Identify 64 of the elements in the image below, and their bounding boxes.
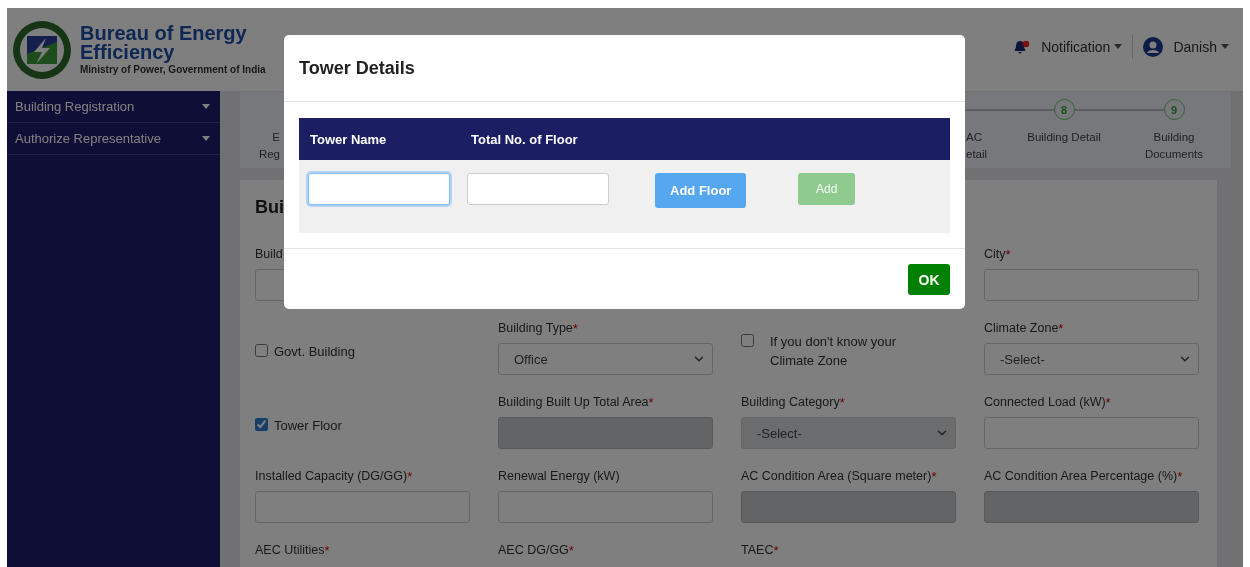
select-field[interactable]: -Select- xyxy=(984,343,1199,375)
text-input[interactable] xyxy=(984,269,1199,301)
checkbox[interactable] xyxy=(255,417,268,431)
checkbox-label: Govt. Building xyxy=(274,342,355,361)
organization-name: Bureau of Energy Efficiency xyxy=(80,24,248,62)
field-label: Renewal Energy (kW) xyxy=(498,469,620,485)
caret-icon xyxy=(1221,44,1229,49)
modal-title: Tower Details xyxy=(299,57,415,79)
required-mark: * xyxy=(931,469,937,486)
field-label: AC Condition Area (Square meter) xyxy=(741,469,932,485)
field-label: City xyxy=(984,247,1006,263)
section-heading: Bui xyxy=(255,197,285,219)
field-label: Installed Capacity (DG/GG) xyxy=(255,469,408,485)
caret-icon xyxy=(202,104,210,109)
text-input[interactable] xyxy=(467,173,609,205)
notification-menu[interactable]: Notification xyxy=(1041,38,1123,55)
required-mark: * xyxy=(839,395,845,412)
field-label: Building Built Up Total Area xyxy=(498,395,649,411)
field-label: Climate Zone xyxy=(984,321,1059,337)
field-label: Build xyxy=(255,247,283,263)
field-label: AC Condition Area Percentage (%) xyxy=(984,469,1178,485)
text-input[interactable] xyxy=(498,491,713,523)
organization-subtitle: Ministry of Power, Government of India xyxy=(80,64,266,75)
checkbox[interactable] xyxy=(741,334,754,347)
text-input[interactable] xyxy=(255,491,470,523)
step-number[interactable]: 8 xyxy=(1053,99,1075,120)
user-avatar-icon xyxy=(1143,36,1164,57)
required-mark: * xyxy=(1105,395,1111,412)
checkbox-label: Tower Floor xyxy=(274,416,342,435)
field-label: Connected Load (kW) xyxy=(984,395,1106,411)
checkbox[interactable] xyxy=(255,343,268,357)
text-input[interactable] xyxy=(984,417,1199,449)
ok-button[interactable]: OK xyxy=(908,264,950,295)
required-mark: * xyxy=(773,543,779,560)
field-label: Building Category xyxy=(741,395,840,411)
required-mark: * xyxy=(1177,469,1183,486)
step-label: E Reg xyxy=(258,130,280,162)
required-mark: * xyxy=(648,395,654,412)
select-field[interactable]: Office xyxy=(498,343,713,375)
field-label: TAEC xyxy=(741,543,774,559)
caret-icon xyxy=(1114,44,1123,49)
step-label: Building Documents xyxy=(1144,130,1204,162)
step-number[interactable]: 9 xyxy=(1163,99,1185,120)
step-label: AC etail xyxy=(966,130,988,162)
field-label: AEC DG/GG xyxy=(498,543,569,559)
sidebar-item[interactable]: Authorize Representative xyxy=(7,123,220,155)
sidebar-item[interactable]: Building Registration xyxy=(7,91,220,123)
user-menu[interactable]: Danish xyxy=(1173,38,1229,55)
caret-icon xyxy=(202,136,210,141)
required-mark: * xyxy=(407,469,413,486)
field-label: Building Type xyxy=(498,321,573,337)
step-label: Building Detail xyxy=(1027,130,1101,145)
column-header: Tower Name xyxy=(310,131,388,147)
required-mark: * xyxy=(568,543,574,560)
required-mark: * xyxy=(572,321,578,338)
field-label: AEC Utilities xyxy=(255,543,325,559)
column-header: Total No. of Floor xyxy=(471,131,579,147)
add-floor-button[interactable]: Add Floor xyxy=(655,173,747,208)
required-mark: * xyxy=(324,543,330,560)
required-mark: * xyxy=(1005,247,1011,264)
checkbox-label: If you don't know your Climate Zone xyxy=(770,333,898,370)
text-input[interactable] xyxy=(308,173,450,205)
emblem-logo xyxy=(12,19,72,80)
required-mark: * xyxy=(1058,321,1064,338)
